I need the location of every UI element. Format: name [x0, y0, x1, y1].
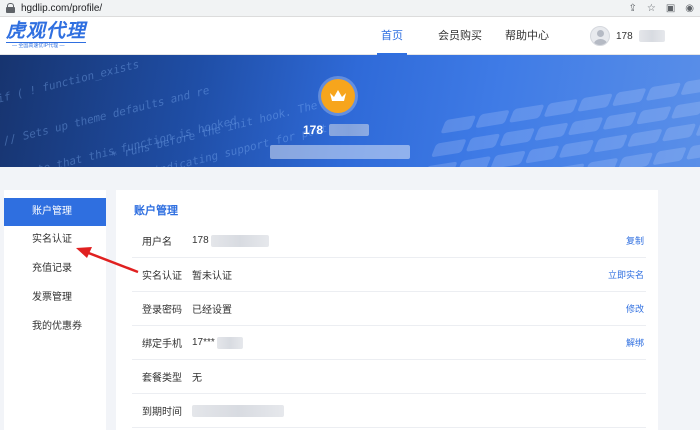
banner-user-name-text: 178 [303, 123, 324, 137]
sidebar: 账户管理 实名认证 充值记录 发票管理 我的优惠券 [4, 190, 106, 430]
avatar[interactable] [590, 26, 610, 46]
banner-user-name: 178 [303, 123, 370, 137]
banner-info-redacted [270, 145, 410, 159]
row-value-text: 17*** [192, 337, 215, 348]
account-row-password: 登录密码 已经设置 修改 [132, 292, 646, 326]
row-label: 登录密码 [142, 305, 182, 316]
row-value: 178 [192, 234, 269, 247]
logo-tagline: — 全国高速优IP代理 — [6, 42, 86, 50]
row-value: 无 [192, 373, 202, 384]
unbind-phone-button[interactable]: 解绑 [626, 336, 644, 349]
row-value: 暂未认证 [192, 271, 232, 282]
verify-now-button[interactable]: 立即实名 [608, 268, 644, 281]
star-icon[interactable]: ☆ [647, 3, 656, 14]
redacted-value [192, 404, 284, 417]
sidebar-item-coupons[interactable]: 我的优惠券 [4, 313, 106, 341]
row-label: 套餐类型 [142, 373, 182, 384]
lock-icon[interactable] [6, 3, 15, 13]
panel-title: 账户管理 [134, 205, 178, 217]
redacted-value [210, 234, 269, 247]
sidebar-item-invoice[interactable]: 发票管理 [4, 284, 106, 312]
site-header: 虎观代理 — 全国高速优IP代理 — 首页 会员购买 帮助中心 178 [0, 17, 700, 55]
row-value-text: 178 [192, 235, 209, 246]
logo-text: 虎观代理 [6, 20, 87, 42]
account-row-plan: 套餐类型 无 [132, 360, 646, 394]
row-value: 已经设置 [192, 305, 232, 316]
sidebar-item-recharge[interactable]: 充值记录 [4, 255, 106, 283]
site-logo[interactable]: 虎观代理 — 全国高速优IP代理 — [6, 21, 86, 51]
row-value [192, 404, 284, 417]
change-password-button[interactable]: 修改 [626, 302, 644, 315]
row-label: 实名认证 [142, 271, 182, 282]
address-url[interactable]: hgdlip.com/profile/ [21, 3, 102, 14]
account-row-username: 用户名 178 复制 [132, 224, 646, 258]
crown-icon [330, 90, 346, 101]
account-row-phone: 绑定手机 17*** 解绑 [132, 326, 646, 360]
redacted-username [638, 30, 665, 42]
row-label: 绑定手机 [142, 339, 182, 350]
profile-icon[interactable]: ◉ [685, 3, 694, 14]
sidebar-icon[interactable]: ▣ [666, 3, 675, 14]
redacted-value [216, 336, 243, 349]
nav-membership[interactable]: 会员购买 [438, 17, 482, 55]
vip-crown-badge [321, 79, 355, 113]
account-row-real-name: 实名认证 暂未认证 立即实名 [132, 258, 646, 292]
user-menu[interactable]: 178 [590, 26, 665, 46]
nav-help-center[interactable]: 帮助中心 [505, 17, 549, 55]
nav-home[interactable]: 首页 [377, 17, 407, 55]
header-user-name[interactable]: 178 [616, 31, 633, 42]
copy-button[interactable]: 复制 [626, 234, 644, 247]
row-label: 到期时间 [142, 407, 182, 418]
keyboard-graphic [410, 71, 700, 167]
sidebar-item-real-name[interactable]: 实名认证 [4, 226, 106, 254]
redacted-username [329, 124, 370, 136]
share-icon[interactable]: ⇪ [628, 3, 636, 14]
account-panel: 账户管理 用户名 178 复制 实名认证 暂未认证 立即实名 登录密码 已经设置… [116, 190, 658, 430]
row-label: 用户名 [142, 237, 172, 248]
browser-address-bar[interactable]: hgdlip.com/profile/ ⇪ ☆ ▣ ◉ [0, 0, 700, 17]
row-value: 17*** [192, 336, 243, 349]
sidebar-item-account[interactable]: 账户管理 [4, 198, 106, 226]
account-row-expiry: 到期时间 [132, 394, 646, 428]
browser-toolbar: ⇪ ☆ ▣ ◉ [628, 0, 694, 17]
banner-code-line: if ( ! function_exists [0, 57, 141, 106]
